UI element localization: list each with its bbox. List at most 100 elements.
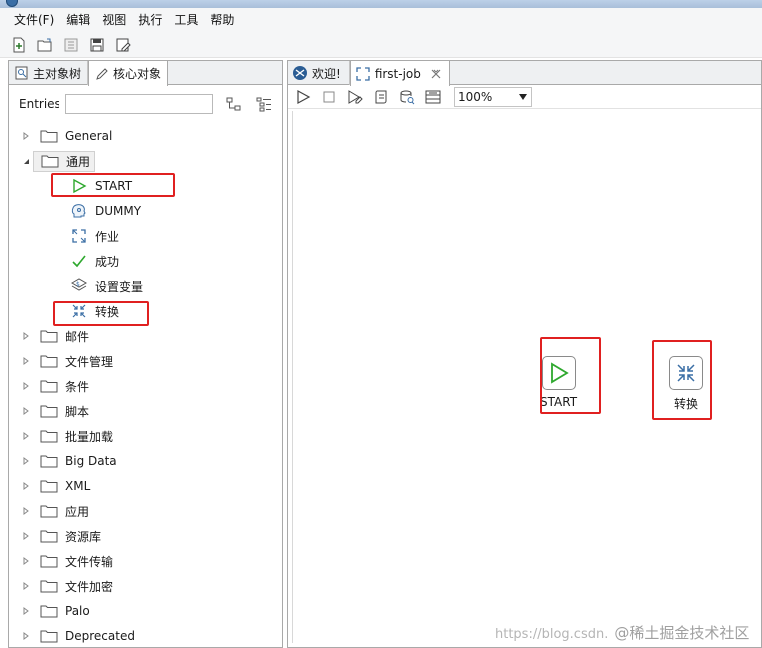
tree-folder-conditions[interactable]: 条件 xyxy=(19,375,89,397)
tree-folder-palo[interactable]: Palo xyxy=(19,600,90,622)
tree-folder-label: 文件加密 xyxy=(65,579,114,594)
folder-icon xyxy=(39,453,59,469)
start-play-icon xyxy=(550,362,569,384)
main-toolbar xyxy=(0,32,762,58)
collapsed-arrow-icon[interactable] xyxy=(19,579,33,593)
tree-folder-tongyong[interactable]: 通用 xyxy=(19,150,96,172)
collapsed-arrow-icon[interactable] xyxy=(19,429,33,443)
tab-welcome[interactable]: 欢迎! xyxy=(288,61,350,85)
sql-button[interactable] xyxy=(422,87,444,107)
tree-folder-file-encryption[interactable]: 文件加密 xyxy=(19,575,113,597)
collapsed-arrow-icon[interactable] xyxy=(19,504,33,518)
open-button[interactable] xyxy=(34,34,56,56)
table-list-icon xyxy=(425,90,441,103)
tree-collapse-icon xyxy=(256,97,271,112)
tree-item-set-variables[interactable]: $ 设置变量 xyxy=(69,275,143,297)
tree-item-transformation[interactable]: 转换 xyxy=(69,300,119,322)
editor-tabs: 欢迎! first-job xyxy=(288,61,761,86)
dummy-head-icon xyxy=(69,202,89,220)
menu-run[interactable]: 执行 xyxy=(132,10,168,30)
watermark-brand: @稀土掘金技术社区 xyxy=(614,624,750,642)
tree-folder-general[interactable]: General xyxy=(19,125,112,147)
tree-folder-xml[interactable]: XML xyxy=(19,475,90,497)
start-node-icon-box xyxy=(541,356,576,390)
tab-label: 欢迎! xyxy=(312,66,341,81)
zoom-select[interactable]: 100% xyxy=(454,86,532,107)
collapsed-arrow-icon[interactable] xyxy=(19,629,33,643)
menubar: 文件(F) 编辑 视图 执行 工具 帮助 xyxy=(0,8,762,32)
tree-folder-file-management[interactable]: 文件管理 xyxy=(19,350,113,372)
tree-item-dummy[interactable]: DUMMY xyxy=(69,200,141,222)
entries-label: Entries xyxy=(19,97,59,111)
svg-text:$: $ xyxy=(76,281,80,288)
menu-edit[interactable]: 编辑 xyxy=(60,10,96,30)
zoom-value: 100% xyxy=(458,89,493,104)
canvas-node-start[interactable]: START xyxy=(540,356,577,409)
collapsed-arrow-icon[interactable] xyxy=(19,529,33,543)
explore-button[interactable] xyxy=(60,34,82,56)
save-as-button[interactable] xyxy=(112,34,134,56)
job-canvas[interactable]: START 转换 xyxy=(292,111,758,643)
tree-item-label: 转换 xyxy=(95,304,120,319)
folder-icon xyxy=(39,428,59,444)
tree-folder-label: 脚本 xyxy=(65,404,90,419)
tree-folder-utility[interactable]: 应用 xyxy=(19,500,89,522)
collapsed-arrow-icon[interactable] xyxy=(19,554,33,568)
tab-label: first-job xyxy=(374,66,421,81)
tab-label: 主对象树 xyxy=(33,66,82,81)
tree-item-job[interactable]: 作业 xyxy=(69,225,119,247)
new-file-button[interactable] xyxy=(8,34,30,56)
job-tab-icon xyxy=(356,66,370,81)
expand-all-button[interactable] xyxy=(225,95,243,113)
tree-folder-label: 邮件 xyxy=(65,329,90,344)
menu-view[interactable]: 视图 xyxy=(96,10,132,30)
collapsed-arrow-icon[interactable] xyxy=(19,454,33,468)
canvas-node-transformation[interactable]: 转换 xyxy=(669,356,703,412)
run-options-button[interactable] xyxy=(344,87,366,107)
checkmark-icon xyxy=(69,252,89,270)
tree-folder-label: General xyxy=(65,129,113,143)
transformation-arrows-icon xyxy=(677,364,695,382)
tab-core-objects[interactable]: 核心对象 xyxy=(88,61,169,86)
tree-folder-deprecated[interactable]: Deprecated xyxy=(19,625,135,647)
tab-first-job[interactable]: first-job xyxy=(349,61,450,86)
tree-item-success[interactable]: 成功 xyxy=(69,250,119,272)
stop-button[interactable] xyxy=(318,87,340,107)
tree-folder-file-transfer[interactable]: 文件传输 xyxy=(19,550,113,572)
run-button[interactable] xyxy=(292,87,314,107)
tree-folder-repository[interactable]: 资源库 xyxy=(19,525,101,547)
save-button[interactable] xyxy=(86,34,108,56)
tree-item-label: 成功 xyxy=(95,254,120,269)
close-tab-icon[interactable] xyxy=(431,69,441,79)
impact-analysis-button[interactable] xyxy=(396,87,418,107)
collapsed-arrow-icon[interactable] xyxy=(19,479,33,493)
collapsed-arrow-icon[interactable] xyxy=(19,129,33,143)
collapsed-arrow-icon[interactable] xyxy=(19,354,33,368)
menu-file[interactable]: 文件(F) xyxy=(8,10,60,30)
menu-help[interactable]: 帮助 xyxy=(204,10,240,30)
tree-folder-label: 应用 xyxy=(65,504,90,519)
collapse-all-button[interactable] xyxy=(255,95,273,113)
tree-folder-bulk-loading[interactable]: 批量加载 xyxy=(19,425,113,447)
tree-item-start[interactable]: START xyxy=(69,175,132,197)
folder-icon xyxy=(39,503,59,519)
collapsed-arrow-icon[interactable] xyxy=(19,379,33,393)
collapsed-arrow-icon[interactable] xyxy=(19,329,33,343)
expanded-arrow-icon[interactable] xyxy=(19,154,33,168)
entries-search-input[interactable] xyxy=(65,94,213,114)
script-check-icon xyxy=(375,90,387,103)
tree-folder-big-data[interactable]: Big Data xyxy=(19,450,117,472)
menu-tools[interactable]: 工具 xyxy=(168,10,204,30)
folder-icon xyxy=(39,578,59,594)
verify-button[interactable] xyxy=(370,87,392,107)
folder-icon xyxy=(39,353,59,369)
collapsed-arrow-icon[interactable] xyxy=(19,404,33,418)
tab-main-object-tree[interactable]: 主对象树 xyxy=(9,61,89,85)
collapsed-arrow-icon[interactable] xyxy=(19,604,33,618)
tree-folder-mail[interactable]: 邮件 xyxy=(19,325,89,347)
folder-icon xyxy=(40,153,60,169)
tree-folder-scripting[interactable]: 脚本 xyxy=(19,400,89,422)
job-arrows-icon xyxy=(69,227,89,245)
window-titlebar xyxy=(0,0,762,8)
stop-icon xyxy=(323,91,335,102)
